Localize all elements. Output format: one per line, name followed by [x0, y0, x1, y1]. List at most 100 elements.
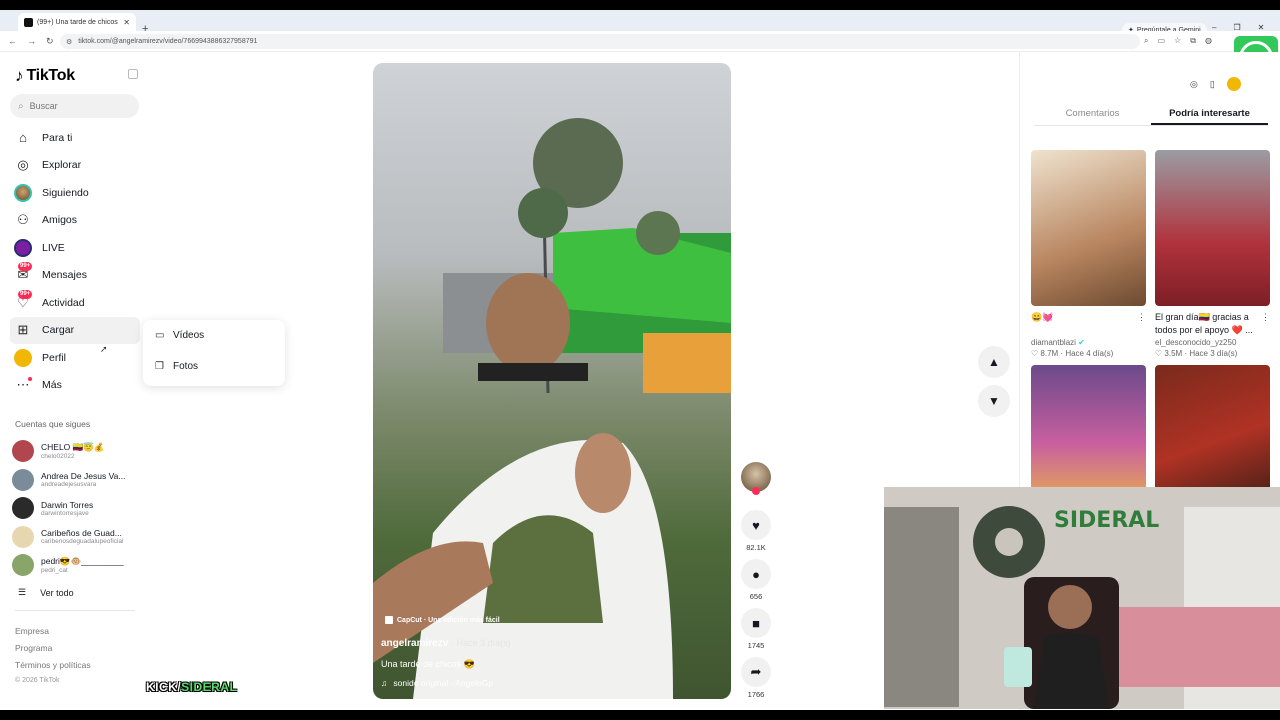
share-action[interactable]: ➦ 1766	[741, 657, 771, 700]
account-name: Andrea De Jesus Va...	[41, 471, 126, 482]
video-caption: 😄💓 ⋮	[1031, 311, 1146, 337]
nav-mas[interactable]: ⋯ Más	[10, 372, 140, 400]
footer-link-programa[interactable]: Programa	[15, 643, 91, 655]
nav-siguiendo[interactable]: Siguiendo	[10, 179, 140, 207]
more-icon: ⋯	[14, 376, 32, 394]
nav-label: Amigos	[42, 214, 78, 227]
footer-link-terminos[interactable]: Términos y políticas	[15, 660, 91, 672]
previous-video-button[interactable]: ▲	[978, 346, 1010, 378]
next-video-button[interactable]: ▼	[978, 385, 1010, 417]
avatar	[12, 468, 34, 491]
more-options-icon[interactable]: ⋮	[1261, 311, 1270, 324]
tab-title: (99+) Una tarde de chicos 😎 | ...	[37, 19, 119, 26]
profile-icon	[14, 348, 32, 367]
comment-action[interactable]: ● 656	[741, 559, 771, 602]
nav-label: Siguiendo	[42, 186, 89, 199]
video-user[interactable]: diamantblazi ✔	[1031, 338, 1146, 347]
brand-left: KICK/	[146, 680, 182, 694]
nav-explorar[interactable]: ◎ Explorar	[10, 152, 140, 180]
video-thumbnail[interactable]	[1155, 150, 1270, 306]
back-icon[interactable]: ←	[8, 36, 17, 47]
bookmark-star-icon[interactable]: ☆	[1174, 36, 1181, 46]
nav-actividad[interactable]: ♡ 99+ Actividad	[10, 289, 140, 317]
video-meta: ♡ 3.5M · Hace 3 día(s)	[1155, 349, 1238, 358]
omnibox[interactable]: ⚙ tiktok.com/@angelramirezv/video/766994…	[60, 34, 1140, 49]
tiktok-logo[interactable]: ♪ TikTok	[15, 66, 75, 86]
user-avatar[interactable]	[1226, 77, 1241, 91]
see-all-link[interactable]: ☰ Ver todo	[18, 587, 74, 598]
follow-check-icon[interactable]	[752, 487, 760, 495]
zoom-icon[interactable]: ⌕	[1144, 36, 1148, 46]
tab-podria-interesarte[interactable]: Podría interesarte	[1151, 102, 1268, 125]
author-handle[interactable]: angelramirezv	[381, 638, 448, 649]
nav-mensajes[interactable]: ✉ 99+ Mensajes	[10, 262, 140, 290]
nav-perfil[interactable]: Perfil	[10, 344, 140, 372]
followed-account[interactable]: Caribeños de Guad... caribenosdeguadalupe…	[12, 523, 142, 552]
right-tabs: Comentarios Podría interesarte	[1034, 102, 1268, 126]
webcam-scene-illustration: SIDERAL	[884, 487, 1280, 709]
user-handle: diamantblazi	[1031, 338, 1076, 347]
more-options-icon[interactable]: ⋮	[1137, 311, 1146, 324]
account-name: CHELO 🇨🇴😇💰	[41, 442, 105, 453]
profile-icon[interactable]: ◍	[1205, 36, 1212, 46]
forward-icon[interactable]: →	[27, 36, 36, 47]
tab-comentarios[interactable]: Comentarios	[1034, 102, 1151, 125]
followed-account[interactable]: CHELO 🇨🇴😇💰 chelo02022	[12, 437, 142, 466]
browser-tab-strip: (99+) Una tarde de chicos 😎 | ... ✕ + ✦P…	[0, 10, 1280, 37]
share-icon[interactable]: ➦	[741, 657, 771, 687]
reload-icon[interactable]: ↻	[46, 36, 54, 47]
cast-icon[interactable]: ▭	[1157, 36, 1165, 46]
nav-para-ti[interactable]: ⌂ Para ti	[10, 124, 140, 152]
bookmark-icon[interactable]: ■	[741, 608, 771, 638]
video-user[interactable]: el_desconocido_yz250	[1155, 338, 1270, 347]
video-thumbnail[interactable]	[1031, 150, 1146, 306]
site-info-icon[interactable]: ⚙	[66, 38, 72, 46]
nav-cargar[interactable]: ⊞ Cargar	[10, 316, 140, 344]
nav-label: LIVE	[42, 241, 65, 254]
letterbox-bottom	[0, 710, 1280, 720]
likes-count: 8.7M	[1040, 349, 1059, 358]
video-sound[interactable]: ♫ sonido original - AngeloGp	[381, 678, 493, 688]
creator-avatar[interactable]	[741, 462, 771, 495]
messages-icon: ✉ 99+	[17, 262, 33, 283]
post-time: · Hace 3 día(s)	[451, 638, 511, 648]
sound-name: sonido original - AngeloGp	[393, 678, 494, 688]
device-icon[interactable]: ▯	[1210, 79, 1215, 90]
search-box[interactable]: ⌕	[10, 94, 139, 118]
followed-account[interactable]: Darwin Torres darwintorresjave	[12, 494, 142, 523]
like-action[interactable]: ♥ 82.1K	[741, 510, 771, 553]
collapse-sidebar-icon[interactable]	[128, 69, 138, 79]
search-icon: ⌕	[18, 100, 24, 112]
save-action[interactable]: ■ 1745	[741, 608, 771, 651]
chevron-up-icon: ▲	[988, 355, 1000, 369]
following-avatar-icon	[14, 183, 32, 202]
likes-count: 3.5M	[1164, 349, 1183, 358]
option-label: Fotos	[173, 361, 199, 372]
upload-photos-option[interactable]: ❐ Fotos	[143, 351, 285, 382]
brand-right: SIDERAL	[181, 680, 238, 694]
compass-small-icon[interactable]: ◎	[1190, 79, 1198, 90]
search-input[interactable]	[29, 101, 125, 111]
close-tab-icon[interactable]: ✕	[123, 18, 130, 27]
screen: (99+) Una tarde de chicos 😎 | ... ✕ + ✦P…	[0, 0, 1280, 720]
followed-account[interactable]: Andrea De Jesus Va... andreadejesusvara	[12, 466, 142, 495]
heart-icon[interactable]: ♥	[741, 510, 771, 540]
video-player[interactable]: CapCut · Una edición más fácil angelrami…	[373, 63, 731, 699]
video-meta: ♡ 8.7M · Hace 4 día(s)	[1031, 349, 1114, 358]
comment-count: 656	[749, 592, 763, 601]
account-username: andreadejesusvara	[41, 481, 97, 489]
avatar	[12, 497, 34, 520]
recommended-video[interactable]: 😄💓 ⋮ diamantblazi ✔ ♡ 8.7M · Hace 4 día(s…	[1031, 150, 1146, 358]
nav-amigos[interactable]: ⚇ Amigos	[10, 207, 140, 235]
upload-videos-option[interactable]: ▭ Vídeos	[143, 320, 285, 351]
nav-live[interactable]: LIVE	[10, 234, 140, 262]
avatar	[12, 525, 34, 548]
followed-account[interactable]: pedri😎🐵_________ pedri_cat	[12, 551, 142, 580]
browser-tab[interactable]: (99+) Una tarde de chicos 😎 | ... ✕	[18, 13, 136, 31]
comment-icon[interactable]: ●	[741, 559, 771, 589]
footer-link-empresa[interactable]: Empresa	[15, 626, 91, 638]
recommended-video[interactable]: El gran día🇨🇴 gracias a todos por el apo…	[1155, 150, 1270, 358]
extensions-icon[interactable]: ⧉	[1190, 36, 1196, 46]
video-author[interactable]: angelramirezv · Hace 3 día(s)	[381, 638, 511, 649]
heart-small-icon: ♡	[1031, 349, 1039, 358]
